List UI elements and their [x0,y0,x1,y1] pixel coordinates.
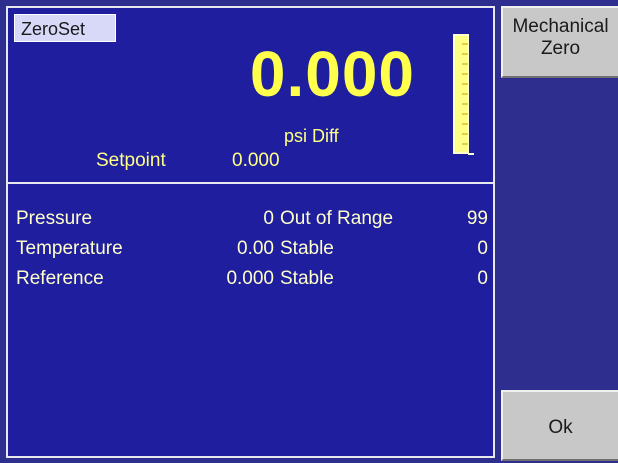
mechanical-zero-label-line2: Zero [540,38,581,59]
screen-title: ZeroSet [14,14,116,42]
mechanical-zero-label-line1: Mechanical [512,16,609,37]
ok-button[interactable]: Ok [501,390,618,461]
units-label: psi Diff [284,126,339,146]
row-value: 0 [263,208,274,229]
row-count: 0 [477,268,488,289]
setpoint-label: Setpoint [96,150,166,171]
status-row-temperature: Temperature 0.00 Stable 0 [12,238,492,264]
row-name: Pressure [16,208,93,229]
row-value: 0.00 [237,238,274,259]
reading-panel: ZeroSet 0.000 psi Diff Setpoint 0.000 [8,8,493,184]
main-panel: ZeroSet 0.000 psi Diff Setpoint 0.000 Pr… [6,6,495,458]
row-status: Stable [280,268,334,289]
row-value: 0.000 [226,268,274,289]
status-panel: Pressure 0 Out of Range 99 Temperature 0… [8,184,493,456]
row-name: Temperature [16,238,123,259]
row-count: 0 [477,238,488,259]
mechanical-zero-button[interactable]: Mechanical Zero [501,6,618,78]
row-status: Out of Range [280,208,394,229]
pressure-reading: 0.000 [249,38,415,110]
status-row-reference: Reference 0.000 Stable 0 [12,268,492,294]
row-status: Stable [280,238,334,259]
bar-gauge-icon [453,34,474,155]
setpoint-value: 0.000 [232,150,280,171]
status-row-pressure: Pressure 0 Out of Range 99 [12,208,492,234]
row-count: 99 [466,208,488,229]
row-name: Reference [16,268,104,289]
